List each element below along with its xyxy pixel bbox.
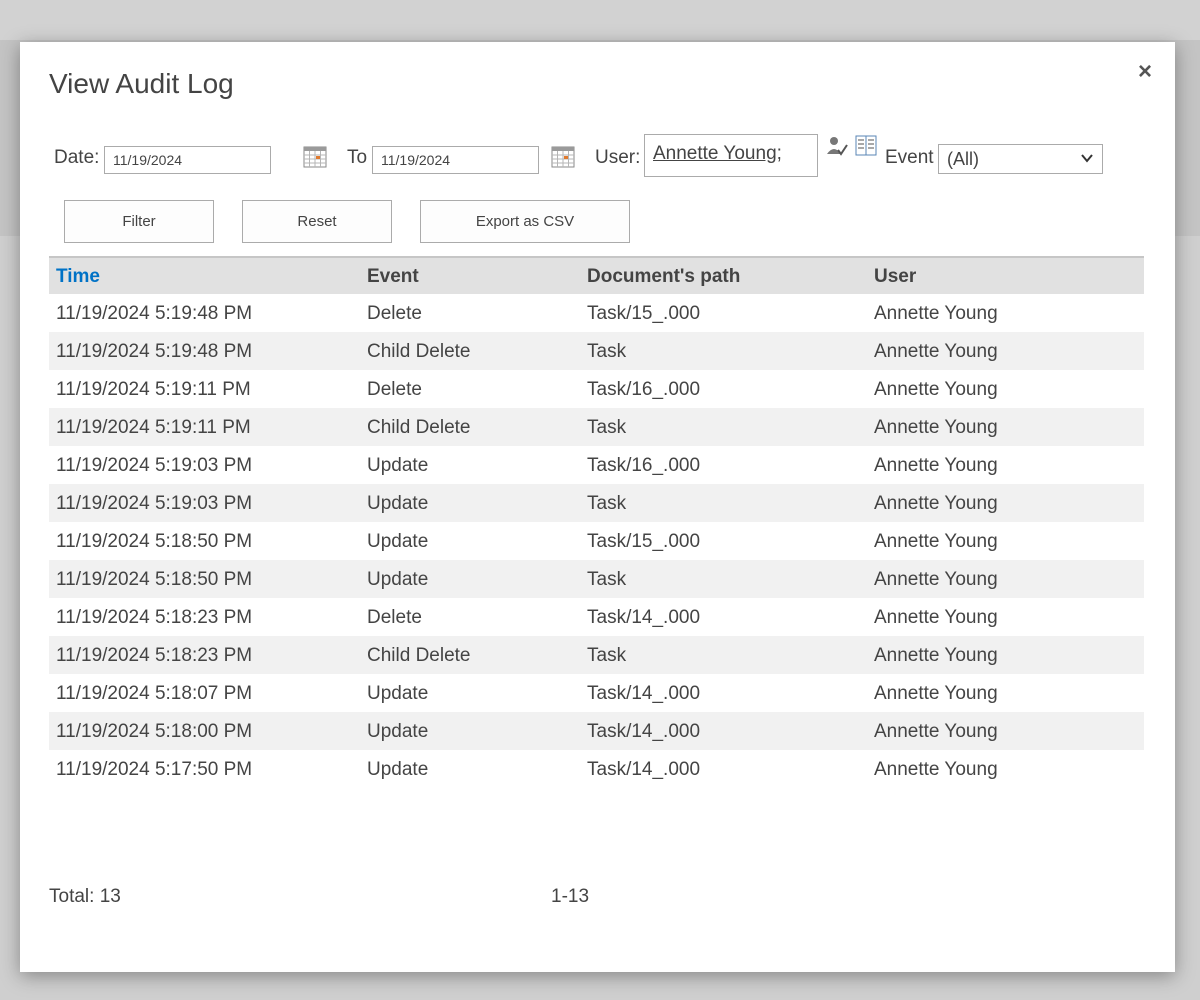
cell-time: 11/19/2024 5:18:00 PM xyxy=(56,721,253,742)
table-row: 11/19/2024 5:19:11 PM Child Delete Task Ann… xyxy=(49,408,1144,446)
cell-user: Annette Young xyxy=(874,341,998,362)
cell-path: Task/16_.000 xyxy=(587,379,701,400)
cell-event: Child Delete xyxy=(367,645,471,666)
date-to-input[interactable]: 11/19/2024 xyxy=(372,146,539,174)
cell-event: Update xyxy=(367,721,429,742)
cell-time: 11/19/2024 5:18:50 PM xyxy=(56,531,253,552)
cell-path: Task xyxy=(587,645,627,666)
date-from-input[interactable]: 11/19/2024 xyxy=(104,146,271,174)
chevron-down-icon xyxy=(1081,154,1093,163)
cell-time: 11/19/2024 5:19:03 PM xyxy=(56,493,253,514)
cell-path: Task xyxy=(587,417,627,438)
table-body: 11/19/2024 5:19:48 PM Delete Task/15_.000 A… xyxy=(49,294,1144,788)
cell-user: Annette Young xyxy=(874,683,998,704)
table-row: 11/19/2024 5:18:23 PM Delete Task/14_.000 A… xyxy=(49,598,1144,636)
calendar-icon[interactable] xyxy=(303,144,327,168)
filter-bar: Date: 11/19/2024 To 11/19/2024 User: Ann… xyxy=(54,134,1154,178)
cell-path: Task/14_.000 xyxy=(587,721,701,742)
cell-path: Task/14_.000 xyxy=(587,759,701,780)
cell-time: 11/19/2024 5:18:23 PM xyxy=(56,607,253,628)
cell-event: Update xyxy=(367,569,429,590)
check-names-icon[interactable] xyxy=(825,134,849,158)
cell-time: 11/19/2024 5:19:11 PM xyxy=(56,379,251,400)
total-count: Total: 13 xyxy=(49,886,121,907)
cell-time: 11/19/2024 5:17:50 PM xyxy=(56,759,253,780)
table-row: 11/19/2024 5:19:11 PM Delete Task/16_.000 A… xyxy=(49,370,1144,408)
table-row: 11/19/2024 5:18:00 PM Update Task/14_.000 A… xyxy=(49,712,1144,750)
cell-time: 11/19/2024 5:18:23 PM xyxy=(56,645,253,666)
page-range: 1-13 xyxy=(551,886,590,907)
cell-path: Task/14_.000 xyxy=(587,683,701,704)
dialog-title: View Audit Log xyxy=(49,68,234,99)
column-header-path: Document's path xyxy=(587,266,741,287)
cell-time: 11/19/2024 5:18:50 PM xyxy=(56,569,253,590)
cell-path: Task/15_.000 xyxy=(587,303,701,324)
column-header-time[interactable]: Time xyxy=(56,266,100,288)
table-row: 11/19/2024 5:18:23 PM Child Delete Task Ann… xyxy=(49,636,1144,674)
cell-event: Update xyxy=(367,531,429,552)
cell-path: Task/16_.000 xyxy=(587,455,701,476)
table-row: 11/19/2024 5:18:50 PM Update Task/15_.000 A… xyxy=(49,522,1144,560)
cell-path: Task/14_.000 xyxy=(587,607,701,628)
reset-button[interactable]: Reset xyxy=(242,200,392,243)
cell-user: Annette Young xyxy=(874,417,998,438)
cell-user: Annette Young xyxy=(874,455,998,476)
cell-time: 11/19/2024 5:19:48 PM xyxy=(56,303,253,324)
event-label: Event xyxy=(885,147,934,168)
address-book-icon[interactable] xyxy=(854,134,878,158)
cell-event: Delete xyxy=(367,379,422,400)
event-select[interactable]: (All) xyxy=(938,144,1103,174)
cell-event: Child Delete xyxy=(367,341,471,362)
to-label: To xyxy=(347,147,368,168)
table-header: Time Event Document's path User xyxy=(49,258,1144,294)
column-header-user: User xyxy=(874,266,917,287)
close-icon[interactable]: × xyxy=(1133,60,1157,84)
cell-user: Annette Young xyxy=(874,607,998,628)
cell-time: 11/19/2024 5:18:07 PM xyxy=(56,683,253,704)
calendar-icon[interactable] xyxy=(551,144,575,168)
table-row: 11/19/2024 5:19:03 PM Update Task Annette Y… xyxy=(49,484,1144,522)
cell-time: 11/19/2024 5:19:11 PM xyxy=(56,417,251,438)
cell-user: Annette Young xyxy=(874,569,998,590)
cell-user: Annette Young xyxy=(874,721,998,742)
cell-user: Annette Young xyxy=(874,493,998,514)
cell-event: Update xyxy=(367,455,429,476)
event-select-value: (All) xyxy=(947,149,979,169)
cell-event: Update xyxy=(367,759,429,780)
export-csv-button[interactable]: Export as CSV xyxy=(420,200,630,243)
date-label: Date: xyxy=(54,147,100,168)
table-row: 11/19/2024 5:19:48 PM Child Delete Task Ann… xyxy=(49,332,1144,370)
audit-log-table: Time Event Document's path User 11/19/20… xyxy=(49,256,1144,788)
cell-user: Annette Young xyxy=(874,759,998,780)
cell-path: Task xyxy=(587,569,627,590)
cell-time: 11/19/2024 5:19:48 PM xyxy=(56,341,253,362)
cell-event: Delete xyxy=(367,607,422,628)
user-entity: Annette Young; xyxy=(653,143,782,164)
table-row: 11/19/2024 5:19:03 PM Update Task/16_.000 A… xyxy=(49,446,1144,484)
cell-event: Update xyxy=(367,683,429,704)
filter-button[interactable]: Filter xyxy=(64,200,214,243)
cell-user: Annette Young xyxy=(874,531,998,552)
table-row: 11/19/2024 5:18:50 PM Update Task Annette Y… xyxy=(49,560,1144,598)
cell-path: Task/15_.000 xyxy=(587,531,701,552)
cell-time: 11/19/2024 5:19:03 PM xyxy=(56,455,253,476)
cell-event: Child Delete xyxy=(367,417,471,438)
cell-user: Annette Young xyxy=(874,645,998,666)
column-header-event: Event xyxy=(367,266,419,287)
table-row: 11/19/2024 5:18:07 PM Update Task/14_.000 A… xyxy=(49,674,1144,712)
user-label: User: xyxy=(595,147,641,168)
cell-path: Task xyxy=(587,493,627,514)
cell-user: Annette Young xyxy=(874,379,998,400)
cell-path: Task xyxy=(587,341,627,362)
audit-log-dialog: View Audit Log × Date: 11/19/2024 To 11/… xyxy=(20,42,1175,972)
cell-user: Annette Young xyxy=(874,303,998,324)
table-row: 11/19/2024 5:17:50 PM Update Task/14_.000 A… xyxy=(49,750,1144,788)
cell-event: Update xyxy=(367,493,429,514)
user-picker-input[interactable]: Annette Young; xyxy=(644,134,818,177)
table-row: 11/19/2024 5:19:48 PM Delete Task/15_.000 A… xyxy=(49,294,1144,332)
cell-event: Delete xyxy=(367,303,422,324)
